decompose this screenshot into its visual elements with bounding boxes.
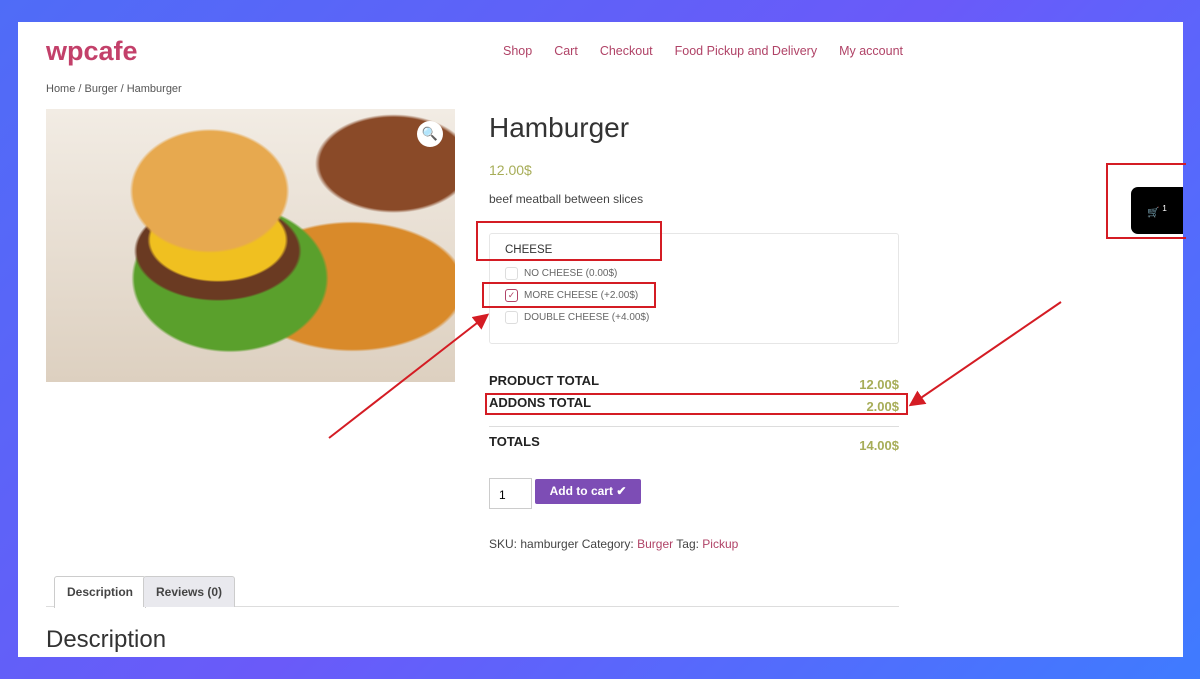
annotation-arrows — [328, 301, 1062, 439]
arrow — [908, 301, 1062, 407]
arrow — [328, 313, 490, 439]
